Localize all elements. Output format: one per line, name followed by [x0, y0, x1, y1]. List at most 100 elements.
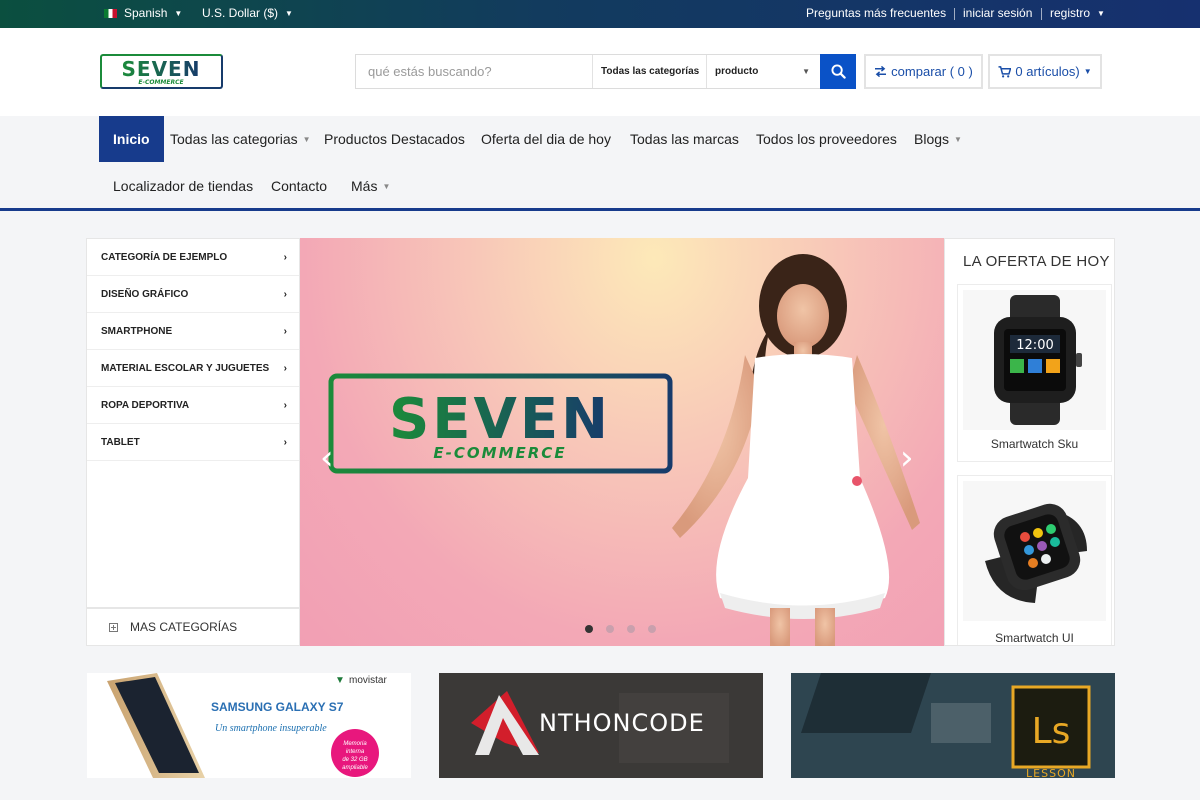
- search-bar: qué estás buscando? Todas las categorías…: [355, 54, 821, 89]
- faq-link[interactable]: Preguntas más frecuentes: [806, 6, 946, 20]
- nav-item-contacto[interactable]: Contacto: [271, 163, 327, 209]
- chevron-down-icon: ▼: [285, 8, 293, 18]
- product-name[interactable]: Smartwatch UI: [958, 631, 1111, 645]
- smartwatch-icon: [984, 503, 1087, 603]
- search-type-label: producto: [715, 66, 759, 77]
- search-input[interactable]: qué estás buscando?: [356, 55, 593, 88]
- chevron-down-icon: ▼: [954, 134, 962, 144]
- nav-item-label: Más: [351, 178, 378, 194]
- nav-item-label: Todas las categorias: [170, 131, 298, 147]
- deal-product-card[interactable]: Smartwatch UI: [957, 475, 1112, 645]
- mexico-flag-icon: [104, 8, 117, 18]
- anthoncode-banner-image: NTHONCODE: [439, 673, 763, 778]
- samsung-banner-image: ▼ movistar SAMSUNG GALAXY S7 Un smartpho…: [107, 673, 387, 778]
- nav-item-localizador[interactable]: Localizador de tiendas: [113, 163, 253, 209]
- todays-deal-panel: LA OFERTA DE HOY 12:00 Smartwatch Sku Sm…: [944, 238, 1115, 646]
- search-type-select[interactable]: producto ▼: [707, 55, 820, 88]
- nav-item-todas-categorias[interactable]: Todas las categorias ▼: [170, 116, 311, 162]
- lesson-banner-image: Ls LESSON: [791, 673, 1115, 778]
- slider-dot[interactable]: [627, 625, 635, 633]
- divider: [954, 8, 955, 20]
- chevron-down-icon: ▼: [802, 67, 810, 76]
- site-logo[interactable]: SEVEN E-COMMERCE: [100, 54, 223, 89]
- currency-label: U.S. Dollar ($): [202, 6, 279, 20]
- chevron-down-icon: ▼: [174, 8, 183, 18]
- nav-item-blogs[interactable]: Blogs ▼: [914, 116, 962, 162]
- smartwatch-icon: 12:00: [993, 295, 1082, 425]
- promo-banner-samsung[interactable]: ▼ movistar SAMSUNG GALAXY S7 Un smartpho…: [87, 673, 411, 778]
- sidebar-item-material-escolar[interactable]: MATERIAL ESCOLAR Y JUGUETES ›: [87, 350, 299, 387]
- chevron-right-icon: ›: [283, 251, 287, 263]
- sidebar-item-tablet[interactable]: TABLET ›: [87, 424, 299, 461]
- cart-button[interactable]: 0 artículos) ▼: [988, 54, 1102, 89]
- svg-text:interna: interna: [346, 749, 365, 755]
- sidebar-item-label: CATEGORÍA DE EJEMPLO: [101, 251, 228, 263]
- slider-prev-arrow-icon[interactable]: ‹: [320, 438, 334, 478]
- login-link[interactable]: iniciar sesión: [963, 6, 1032, 20]
- chevron-right-icon: ›: [283, 436, 287, 448]
- more-categories-button[interactable]: MAS CATEGORÍAS: [87, 607, 299, 645]
- chevron-down-icon: ▼: [302, 134, 311, 144]
- slider-dot[interactable]: [585, 625, 593, 633]
- top-bar: Spanish ▼ U.S. Dollar ($) ▼ Preguntas má…: [0, 0, 1200, 28]
- svg-text:NTHONCODE: NTHONCODE: [539, 709, 705, 737]
- svg-text:LESSON: LESSON: [1026, 767, 1076, 778]
- nav-item-mas[interactable]: Más ▼: [351, 163, 390, 209]
- svg-text:SEVEN: SEVEN: [122, 57, 201, 81]
- sidebar-item-label: ROPA DEPORTIVA: [101, 399, 190, 411]
- language-selector[interactable]: Spanish ▼: [104, 6, 182, 20]
- chevron-right-icon: ›: [283, 399, 287, 411]
- category-sidebar: CATEGORÍA DE EJEMPLO › DISEÑO GRÁFICO › …: [86, 238, 300, 646]
- sidebar-item-categoria-ejemplo[interactable]: CATEGORÍA DE EJEMPLO ›: [87, 239, 299, 276]
- slider-dot[interactable]: [606, 625, 614, 633]
- product-image: [963, 481, 1106, 621]
- more-categories-label: MAS CATEGORÍAS: [130, 620, 238, 634]
- search-category-select[interactable]: Todas las categorías: [593, 55, 707, 88]
- compare-label: comparar ( 0 ): [891, 64, 973, 79]
- svg-text:E-COMMERCE: E-COMMERCE: [138, 79, 184, 86]
- product-image: 12:00: [963, 290, 1106, 430]
- cart-label: 0 artículos): [1015, 64, 1080, 79]
- chevron-right-icon: ›: [283, 288, 287, 300]
- svg-text:Memoria: Memoria: [343, 741, 367, 747]
- language-label: Spanish: [124, 6, 168, 20]
- svg-text:Ls: Ls: [1032, 711, 1071, 752]
- hero-slide-image: SEVEN E-COMMERCE: [328, 254, 920, 646]
- promo-banner-lesson[interactable]: Ls LESSON: [791, 673, 1115, 778]
- chevron-right-icon: ›: [283, 362, 287, 374]
- main-navigation: Inicio Todas las categorias ▼ Productos …: [0, 116, 1200, 211]
- search-button[interactable]: [820, 54, 856, 89]
- register-menu[interactable]: registro ▼: [1050, 6, 1105, 20]
- svg-text:12:00: 12:00: [1016, 338, 1053, 353]
- plus-box-icon: [109, 622, 118, 632]
- register-label: registro: [1050, 6, 1091, 20]
- divider: [1041, 8, 1042, 20]
- nav-item-inicio[interactable]: Inicio: [99, 116, 164, 162]
- compare-button[interactable]: comparar ( 0 ): [864, 54, 983, 89]
- svg-text:ampliable: ampliable: [342, 765, 368, 771]
- sidebar-item-smartphone[interactable]: SMARTPHONE ›: [87, 313, 299, 350]
- product-name[interactable]: Smartwatch Sku: [958, 437, 1111, 451]
- hero-slider[interactable]: SEVEN E-COMMERCE ‹ ›: [300, 238, 944, 646]
- svg-text:movistar: movistar: [349, 675, 387, 686]
- deal-product-card[interactable]: 12:00 Smartwatch Sku: [957, 284, 1112, 462]
- chevron-right-icon: ›: [283, 325, 287, 337]
- slider-dot[interactable]: [648, 625, 656, 633]
- deal-title: LA OFERTA DE HOY: [963, 253, 1110, 270]
- compare-arrows-icon: [875, 66, 887, 77]
- sidebar-item-diseno-grafico[interactable]: DISEÑO GRÁFICO ›: [87, 276, 299, 313]
- nav-item-label: Blogs: [914, 131, 950, 147]
- promo-banner-anthoncode[interactable]: NTHONCODE: [439, 673, 763, 778]
- sidebar-item-ropa-deportiva[interactable]: ROPA DEPORTIVA ›: [87, 387, 299, 424]
- svg-text:Un smartphone insuperable: Un smartphone insuperable: [215, 723, 327, 734]
- slider-next-arrow-icon[interactable]: ›: [900, 438, 914, 478]
- nav-item-oferta-dia[interactable]: Oferta del dia de hoy: [481, 116, 611, 162]
- nav-item-proveedores[interactable]: Todos los proveedores: [756, 116, 897, 162]
- currency-selector[interactable]: U.S. Dollar ($) ▼: [202, 6, 293, 20]
- seven-logo-icon: SEVEN E-COMMERCE: [122, 57, 201, 86]
- sidebar-item-label: SMARTPHONE: [101, 325, 173, 337]
- sidebar-item-label: TABLET: [101, 436, 140, 448]
- nav-item-productos-destacados[interactable]: Productos Destacados: [324, 116, 465, 162]
- search-icon: [830, 64, 846, 79]
- nav-item-todas-marcas[interactable]: Todas las marcas: [630, 116, 739, 162]
